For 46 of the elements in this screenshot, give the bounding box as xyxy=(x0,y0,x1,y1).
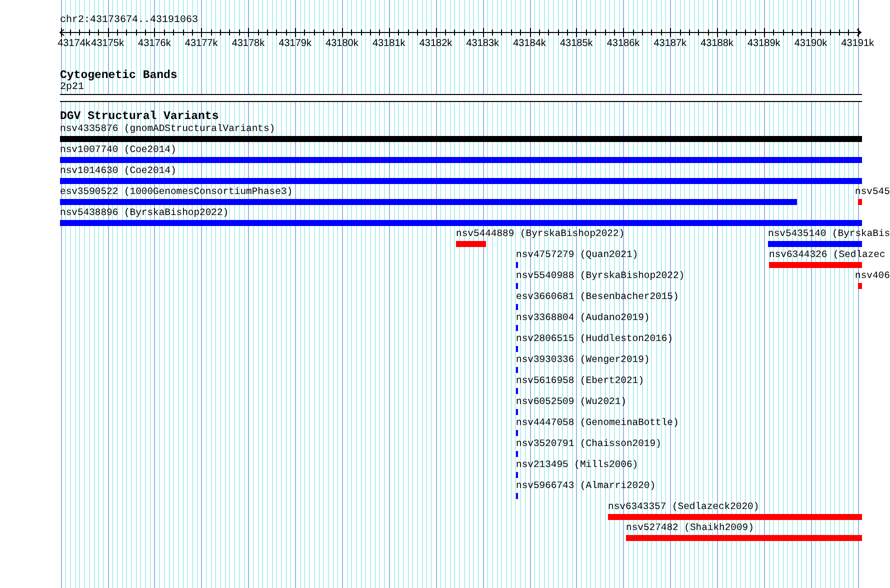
feature-label: nsv6343357 (Sedlazeck2020) xyxy=(608,501,760,513)
feature-label: nsv5616958 (Ebert2021) xyxy=(516,375,644,387)
tick-label: 43190k xyxy=(794,38,828,50)
tick-label: 43186k xyxy=(606,38,640,50)
feature-label: nsv545 xyxy=(855,186,890,198)
tick-label: 43175k xyxy=(91,38,125,50)
tick-label: 43188k xyxy=(700,38,734,50)
tick-label: 43184k xyxy=(512,38,546,50)
feature-label: nsv4757279 (Quan2021) xyxy=(516,249,638,261)
tick-label: 43180k xyxy=(324,38,359,50)
feature-label: nsv5966743 (Almarri2020) xyxy=(516,480,656,492)
track-title: Cytogenetic Bands xyxy=(60,70,178,82)
tick-label: 43179k xyxy=(278,38,312,50)
feature-label: nsv5444889 (ByrskaBishop2022) xyxy=(456,228,625,240)
tick-label: 43177k xyxy=(184,38,218,50)
tick-label: 43183k xyxy=(466,38,500,50)
tick-label: 43181k xyxy=(372,38,406,50)
location-label: chr2:43173674..43191063 xyxy=(60,15,198,27)
tick-label: 43189k xyxy=(746,38,781,50)
feature-label: nsv3520791 (Chaisson2019) xyxy=(516,438,662,450)
tick-label: 43176k xyxy=(137,38,172,50)
feature-label: nsv6344326 (Sedlazec xyxy=(769,249,886,261)
feature-label: nsv4335876 (gnomADStructuralVariants) xyxy=(60,123,276,135)
feature-label: nsv213495 (Mills2006) xyxy=(516,459,638,471)
feature-label: nsv6052509 (Wu2021) xyxy=(516,396,626,408)
tick-label: 43187k xyxy=(653,38,688,50)
feature-label: nsv5435140 (ByrskaBis xyxy=(768,228,890,240)
feature-label: nsv2806515 (Huddleston2016) xyxy=(516,333,673,345)
feature-label: nsv1014630 (Coe2014) xyxy=(60,165,176,177)
feature-label: nsv3930336 (Wenger2019) xyxy=(516,354,650,366)
feature-label: nsv5540988 (ByrskaBishop2022) xyxy=(516,270,685,282)
tick-label: 43185k xyxy=(559,38,594,50)
feature-label: nsv4447058 (GenomeinaBottle) xyxy=(516,417,679,429)
track-title: DGV Structural Variants xyxy=(60,111,219,123)
feature-label: nsv5438896 (ByrskaBishop2022) xyxy=(60,207,229,219)
feature-label: nsv406 xyxy=(855,270,890,282)
feature-label: esv3590522 (1000GenomesConsortiumPhase3) xyxy=(60,186,293,198)
feature-label: nsv3368804 (Audano2019) xyxy=(516,312,650,324)
feature-label: esv3660681 (Besenbacher2015) xyxy=(516,291,679,303)
tick-label: 43178k xyxy=(231,38,266,50)
tick-label: 43182k xyxy=(418,38,453,50)
feature-label: nsv527482 (Shaikh2009) xyxy=(626,522,754,534)
tick-label: 43174k xyxy=(57,38,91,50)
band-label: 2p21 xyxy=(60,82,84,93)
tick-label: 43191k xyxy=(840,38,875,50)
feature-label: nsv1007740 (Coe2014) xyxy=(60,144,176,156)
